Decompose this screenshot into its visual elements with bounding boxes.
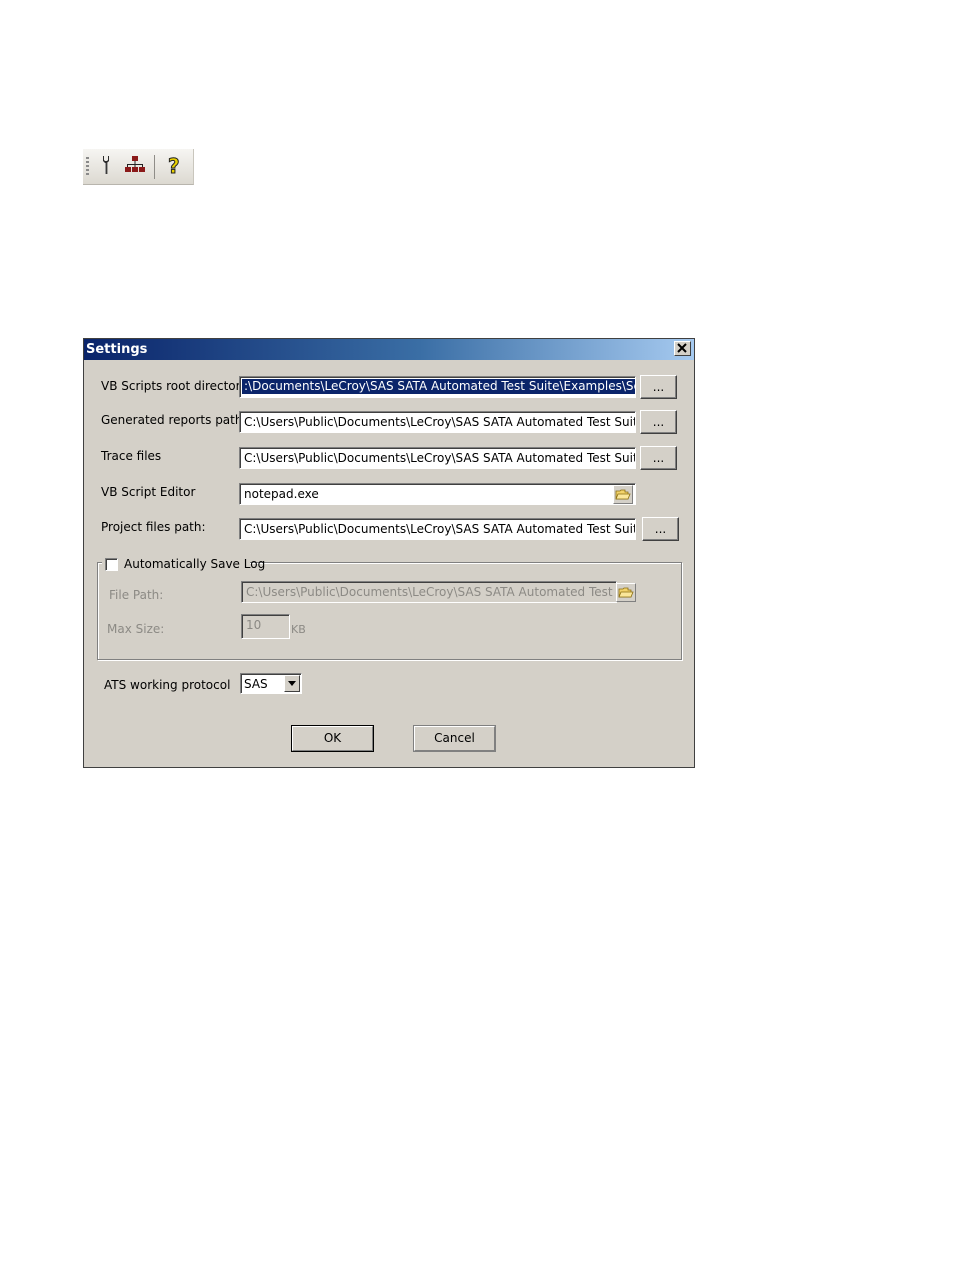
vb-scripts-root-input[interactable]: :\Documents\LeCroy\SAS SATA Automated Te… <box>239 376 636 398</box>
svg-text:?: ? <box>168 154 180 177</box>
trace-files-input[interactable]: C:\Users\Public\Documents\LeCroy\SAS SAT… <box>239 447 636 469</box>
reports-path-label: Generated reports path : <box>101 413 251 427</box>
max-size-label: Max Size: <box>107 622 165 636</box>
log-file-path-value: C:\Users\Public\Documents\LeCroy\SAS SAT… <box>246 585 617 599</box>
title-bar[interactable]: Settings <box>84 339 694 360</box>
trace-files-label: Trace files <box>101 449 162 463</box>
project-files-value: C:\Users\Public\Documents\LeCroy\SAS SAT… <box>244 522 636 536</box>
script-editor-browse-button[interactable] <box>613 485 633 504</box>
script-editor-input[interactable]: notepad.exe <box>239 483 636 505</box>
reports-path-input[interactable]: C:\Users\Public\Documents\LeCroy\SAS SAT… <box>239 411 636 433</box>
script-editor-value: notepad.exe <box>244 487 319 501</box>
cancel-button[interactable]: Cancel <box>413 725 496 752</box>
auto-save-log-group <box>97 562 682 660</box>
toolbar-grip[interactable] <box>86 157 89 177</box>
ok-button[interactable]: OK <box>291 725 374 752</box>
cancel-button-label: Cancel <box>434 731 475 745</box>
close-button[interactable] <box>674 341 691 356</box>
toolbar-separator <box>154 155 155 179</box>
chevron-down-icon <box>288 681 296 686</box>
auto-save-checkbox[interactable] <box>105 558 118 571</box>
toolbar: ? <box>83 149 194 185</box>
ok-button-label: OK <box>323 731 342 745</box>
close-icon <box>677 343 687 353</box>
settings-dialog: Settings VB Scripts root directory :\Doc… <box>83 338 695 768</box>
reports-path-browse-button[interactable]: ... <box>640 410 677 434</box>
log-file-path-input[interactable]: C:\Users\Public\Documents\LeCroy\SAS SAT… <box>241 581 617 603</box>
protocol-select[interactable]: SAS <box>240 673 302 694</box>
auto-save-label[interactable]: Automatically Save Log <box>124 557 265 571</box>
vb-scripts-root-label: VB Scripts root directory <box>101 379 248 393</box>
project-files-browse-button[interactable]: ... <box>642 517 679 541</box>
open-folder-icon <box>615 489 631 500</box>
protocol-selected-value: SAS <box>244 677 268 691</box>
trace-files-value: C:\Users\Public\Documents\LeCroy\SAS SAT… <box>244 451 636 465</box>
vb-scripts-root-value: :\Documents\LeCroy\SAS SATA Automated Te… <box>242 379 635 394</box>
open-folder-icon <box>618 587 634 598</box>
reports-path-value: C:\Users\Public\Documents\LeCroy\SAS SAT… <box>244 415 636 429</box>
max-size-unit: KB <box>291 623 306 636</box>
file-path-label: File Path: <box>109 588 164 602</box>
help-question-icon[interactable]: ? <box>163 153 187 179</box>
vb-scripts-root-browse-button[interactable]: ... <box>640 375 677 399</box>
trace-files-browse-button[interactable]: ... <box>640 446 677 470</box>
settings-wrench-icon[interactable] <box>95 153 119 177</box>
max-size-value: 10 <box>246 618 262 632</box>
protocol-dropdown-button[interactable] <box>284 675 300 692</box>
max-size-input[interactable]: 10 <box>241 614 290 639</box>
hierarchy-tree-icon[interactable] <box>123 153 147 177</box>
project-files-input[interactable]: C:\Users\Public\Documents\LeCroy\SAS SAT… <box>239 518 636 540</box>
log-file-browse-button[interactable] <box>616 583 636 602</box>
project-files-label: Project files path: <box>101 520 206 534</box>
protocol-label: ATS working protocol <box>104 678 231 692</box>
dialog-title: Settings <box>86 342 148 357</box>
script-editor-label: VB Script Editor <box>101 485 196 499</box>
